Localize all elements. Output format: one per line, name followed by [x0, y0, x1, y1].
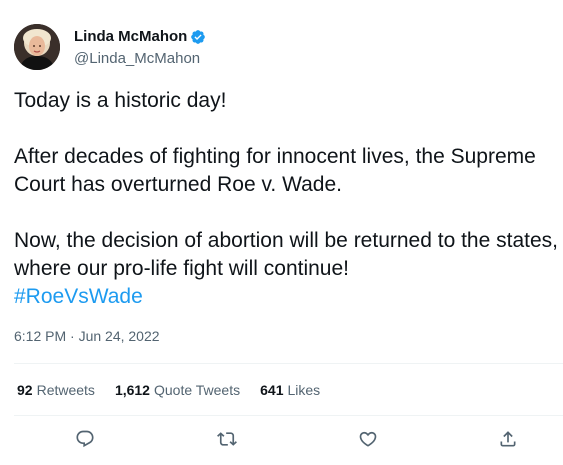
reply-icon[interactable]: [74, 428, 96, 450]
retweets-stat[interactable]: 92 Retweets: [17, 380, 95, 400]
retweets-count: 92: [17, 382, 33, 398]
divider-bottom: [14, 415, 563, 416]
tweet-timestamp[interactable]: 6:12 PM · Jun 24, 2022: [14, 326, 160, 346]
tweet: Linda McMahon @Linda_McMahon Today is a …: [0, 0, 563, 465]
tweet-paragraph-2: After decades of fighting for innocent l…: [14, 145, 536, 196]
engagement-stats: 92 Retweets 1,612 Quote Tweets 641 Likes: [17, 380, 340, 400]
likes-stat[interactable]: 641 Likes: [260, 380, 320, 400]
tweet-header: Linda McMahon @Linda_McMahon: [14, 24, 563, 72]
author-handle[interactable]: @Linda_McMahon: [74, 49, 206, 69]
quote-tweets-stat[interactable]: 1,612 Quote Tweets: [115, 380, 240, 400]
retweet-icon[interactable]: [216, 428, 238, 450]
display-name-row: Linda McMahon: [74, 27, 206, 47]
display-name[interactable]: Linda McMahon: [74, 27, 187, 47]
likes-label: Likes: [287, 382, 321, 398]
share-icon[interactable]: [497, 428, 519, 450]
like-icon[interactable]: [357, 428, 379, 450]
quote-tweets-count: 1,612: [114, 382, 150, 398]
retweets-label: Retweets: [36, 382, 95, 398]
action-bar: [0, 428, 563, 452]
tweet-line-1: Today is a historic day!: [14, 89, 227, 112]
tweet-text: Today is a historic day! After decades o…: [14, 87, 559, 311]
divider-top: [14, 363, 563, 364]
author-names: Linda McMahon @Linda_McMahon: [74, 27, 206, 69]
verified-badge-icon: [190, 29, 206, 45]
quote-tweets-label: Quote Tweets: [153, 382, 241, 398]
avatar[interactable]: [14, 24, 60, 70]
tweet-paragraph-3: Now, the decision of abortion will be re…: [14, 229, 558, 280]
hashtag-link[interactable]: #RoeVsWade: [14, 283, 559, 311]
likes-count: 641: [260, 382, 284, 398]
